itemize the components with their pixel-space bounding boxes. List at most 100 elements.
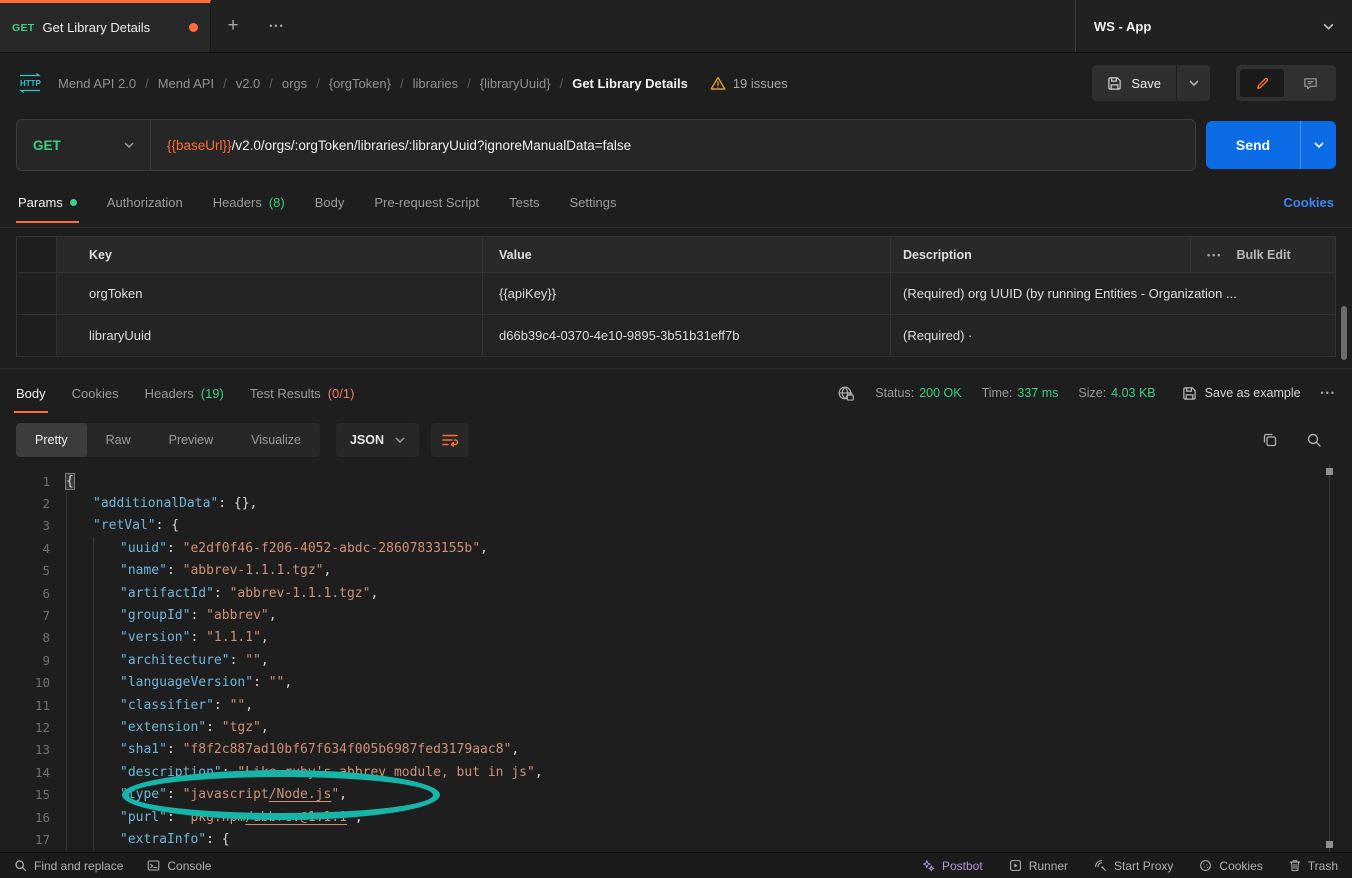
tab-label: Headers <box>213 195 262 210</box>
start-proxy-label: Start Proxy <box>1114 859 1173 873</box>
breadcrumb-separator: / <box>400 76 404 91</box>
tab-tests[interactable]: Tests <box>509 178 539 227</box>
vertical-scrollbar[interactable] <box>1341 306 1347 360</box>
breadcrumb-separator: / <box>145 76 149 91</box>
size-label: Size: <box>1078 386 1106 400</box>
row-handle[interactable] <box>17 273 57 314</box>
tab-params[interactable]: Params <box>18 178 77 227</box>
response-tab-body[interactable]: Body <box>16 369 46 417</box>
view-tab-visualize[interactable]: Visualize <box>232 423 320 457</box>
response-tab-headers[interactable]: Headers(19) <box>145 369 224 417</box>
breadcrumb-item[interactable]: orgs <box>282 76 307 91</box>
code-line: 13"sha1": "f8f2c887ad10bf67f634f005b6987… <box>0 739 1352 761</box>
breadcrumb-item[interactable]: Mend API <box>158 76 214 91</box>
view-tab-preview[interactable]: Preview <box>150 423 232 457</box>
copy-response-button[interactable] <box>1262 432 1278 448</box>
cookies-link[interactable]: Cookies <box>1283 178 1334 227</box>
tab-label: Authorization <box>107 195 183 210</box>
response-tab-cookies[interactable]: Cookies <box>72 369 119 417</box>
line-number: 8 <box>0 630 50 645</box>
method-dropdown[interactable]: GET <box>17 120 151 170</box>
param-key-cell[interactable]: libraryUuid <box>57 315 483 356</box>
breadcrumb-item[interactable]: Mend API 2.0 <box>58 76 136 91</box>
line-number: 6 <box>0 586 50 601</box>
cookies-label: Cookies <box>1219 859 1262 873</box>
param-description-cell[interactable]: (Required) · <box>891 315 1335 356</box>
format-dropdown[interactable]: JSON <box>336 423 419 457</box>
breadcrumb-item[interactable]: Get Library Details <box>572 76 688 91</box>
svg-text:HTTP: HTTP <box>20 79 42 88</box>
time-indicator[interactable]: Time: 337 ms <box>982 386 1059 400</box>
tab-label: Params <box>18 195 63 210</box>
tab-settings[interactable]: Settings <box>569 178 616 227</box>
editor-overview-ruler[interactable] <box>1329 464 1330 852</box>
wrap-lines-button[interactable] <box>431 423 469 457</box>
save-as-example-button[interactable]: Save as example <box>1182 386 1301 401</box>
code-line: 6"artifactId": "abbrev-1.1.1.tgz", <box>0 582 1352 604</box>
view-tab-pretty[interactable]: Pretty <box>16 423 87 457</box>
console-button[interactable]: Console <box>147 859 211 873</box>
postbot-icon <box>922 859 935 872</box>
line-number: 12 <box>0 720 50 735</box>
url-input[interactable]: {{baseUrl}}/v2.0/orgs/:orgToken/librarie… <box>151 138 647 153</box>
console-label: Console <box>167 859 211 873</box>
network-info-icon[interactable] <box>837 385 855 402</box>
time-value: 337 ms <box>1017 386 1058 400</box>
breadcrumb-item[interactable]: v2.0 <box>236 76 261 91</box>
size-indicator[interactable]: Size: 4.03 KB <box>1078 386 1155 400</box>
start-proxy-button[interactable]: Start Proxy <box>1094 859 1173 873</box>
status-bar: Find and replace Console <box>0 852 1352 878</box>
send-options-button[interactable] <box>1300 121 1336 169</box>
breadcrumb-item[interactable]: {libraryUuid} <box>480 76 551 91</box>
edit-button[interactable] <box>1240 69 1284 97</box>
tab-count-badge: (0/1) <box>328 386 355 401</box>
response-body-editor[interactable]: 1{2"additionalData": {},3"retVal": {4"uu… <box>0 464 1352 852</box>
request-header: HTTP Mend API 2.0/Mend API/v2.0/orgs/{or… <box>0 54 1352 112</box>
find-and-replace-button[interactable]: Find and replace <box>14 859 123 873</box>
tab-label: Tests <box>509 195 539 210</box>
tab-label: Body <box>16 386 46 401</box>
workspace-name: WS - App <box>1094 19 1323 34</box>
status-indicator[interactable]: Status: 200 OK <box>875 386 961 400</box>
code-line: 15"type": "javascript/Node.js", <box>0 783 1352 805</box>
value-column-header: Value <box>483 237 891 272</box>
comments-button[interactable] <box>1288 69 1332 97</box>
workspace-selector[interactable]: WS - App <box>1075 0 1352 52</box>
line-number: 3 <box>0 518 50 533</box>
row-handle[interactable] <box>17 315 57 356</box>
view-tab-raw[interactable]: Raw <box>87 423 150 457</box>
line-number: 9 <box>0 653 50 668</box>
bulk-edit-button[interactable]: Bulk Edit <box>1236 248 1290 262</box>
search-response-button[interactable] <box>1306 432 1322 448</box>
request-tab[interactable]: GET Get Library Details <box>0 0 211 52</box>
tab-strip: GET Get Library Details + ••• WS - App <box>0 0 1352 53</box>
tab-pre-request-script[interactable]: Pre-request Script <box>374 178 479 227</box>
runner-button[interactable]: Runner <box>1009 859 1068 873</box>
param-value-cell[interactable]: d66b39c4-0370-4e10-9895-3b51b31eff7b <box>483 315 891 356</box>
tab-headers[interactable]: Headers(8) <box>213 178 285 227</box>
param-key-cell[interactable]: orgToken <box>57 273 483 314</box>
breadcrumb-item[interactable]: {orgToken} <box>329 76 391 91</box>
response-more-icon[interactable]: ••• <box>1321 388 1336 398</box>
save-options-button[interactable] <box>1176 65 1210 101</box>
line-number: 15 <box>0 787 50 802</box>
tab-authorization[interactable]: Authorization <box>107 178 183 227</box>
param-value-cell[interactable]: {{apiKey}} <box>483 273 891 314</box>
breadcrumb-item[interactable]: libraries <box>413 76 459 91</box>
request-tabs: Params Authorization Headers(8) Body Pre-req… <box>18 178 1283 227</box>
new-tab-button[interactable]: + <box>211 0 255 52</box>
params-more-icon[interactable]: ••• <box>1207 250 1222 260</box>
key-column-header: Key <box>57 237 483 272</box>
param-description-cell[interactable]: (Required) org UUID (by running Entities… <box>891 273 1335 314</box>
cookies-button[interactable]: Cookies <box>1199 859 1262 873</box>
response-tab-test-results[interactable]: Test Results(0/1) <box>250 369 355 417</box>
trash-button[interactable]: Trash <box>1289 859 1338 873</box>
tab-label: Settings <box>569 195 616 210</box>
send-button[interactable]: Send <box>1206 121 1300 169</box>
save-button[interactable]: Save <box>1092 65 1176 101</box>
code-line: 17"extraInfo": { <box>0 828 1352 850</box>
tab-options-icon[interactable]: ••• <box>269 21 284 31</box>
issues-indicator[interactable]: 19 issues <box>710 76 788 91</box>
tab-body[interactable]: Body <box>315 178 345 227</box>
postbot-button[interactable]: Postbot <box>922 859 983 873</box>
